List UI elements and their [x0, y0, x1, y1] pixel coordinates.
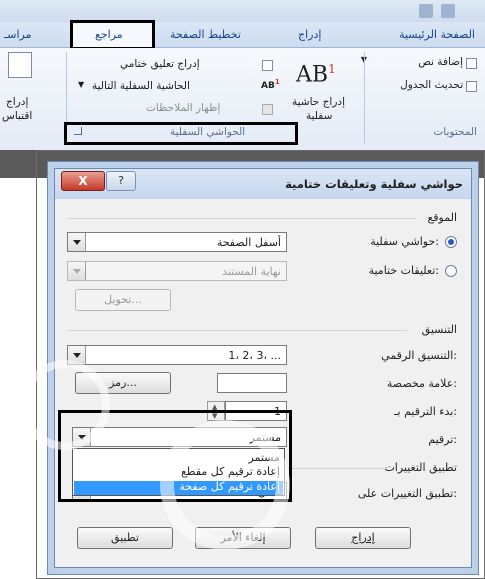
ab-footnote-icon[interactable]: AB1	[296, 62, 336, 87]
insert-citation-line2[interactable]: اقتباس	[2, 110, 32, 122]
footnotes-group-highlight	[64, 122, 298, 145]
number-format-label: التنسيق الرقمي:	[381, 349, 457, 362]
add-text-icon	[466, 58, 477, 69]
insert-citation-line1[interactable]: إدراج	[6, 96, 28, 108]
qat-icon[interactable]	[419, 4, 433, 18]
dialog-titlebar: حواشي سفلية وتعليقات ختامية X ?	[55, 169, 471, 199]
chevron-down-icon[interactable]	[68, 262, 86, 280]
apply-changes-heading: تطبيق التغييرات	[384, 461, 457, 474]
insert-footnote-line2[interactable]: سفلية	[306, 110, 332, 122]
insert-citation-icon	[8, 52, 32, 78]
chevron-down-icon[interactable]	[68, 233, 86, 251]
insert-endnote-button[interactable]: إدراج تعليق ختامي	[120, 58, 200, 70]
section-divider	[287, 468, 387, 469]
tab-references-label: مراجع	[95, 28, 123, 41]
custom-mark-label: علامة مخصصة:	[386, 377, 457, 390]
qat-icon[interactable]	[441, 4, 455, 18]
tab-page-layout[interactable]: تخطيط الصفحة	[170, 28, 241, 41]
next-footnote-button[interactable]: الحاشية السفلية التالية	[92, 80, 190, 92]
dialog-title: حواشي سفلية وتعليقات ختامية	[285, 177, 463, 191]
start-at-label: بدء الترقيم بـ:	[394, 405, 457, 418]
section-divider	[67, 330, 407, 331]
help-button[interactable]: ?	[106, 171, 136, 191]
tab-references[interactable]: مراجع	[70, 20, 155, 50]
footnotes-location-value: أسفل الصفحة	[216, 236, 281, 249]
next-footnote-icon: AB1	[261, 78, 280, 91]
watermark-shape	[20, 360, 110, 450]
insert-footnote-line1[interactable]: إدراج حاشية	[292, 96, 345, 108]
show-notes-icon	[262, 104, 273, 115]
endnotes-location-select[interactable]: نهاية المستند	[67, 261, 287, 281]
endnotes-label: تعليقات ختامية:	[368, 264, 439, 277]
show-notes-button[interactable]: إظهار الملاحظات	[146, 102, 220, 114]
apply-button[interactable]: تطبيق	[77, 527, 173, 549]
insert-endnote-icon	[262, 60, 273, 71]
toc-group-label: المحتويات	[433, 126, 477, 138]
apply-to-label: تطبيق التغييرات على:	[357, 487, 457, 500]
ab-icon-superscript: 1	[328, 62, 336, 76]
section-divider	[67, 218, 417, 219]
update-table-button[interactable]: تحديث الجدول	[400, 79, 463, 91]
insert-button[interactable]: إدراج	[315, 527, 411, 549]
location-heading: الموقع	[427, 211, 457, 224]
footnotes-location-select[interactable]: أسفل الصفحة	[67, 232, 287, 252]
endnotes-location-value: نهاية المستند	[222, 265, 281, 278]
quick-access-toolbar	[0, 0, 485, 22]
group-divider	[364, 52, 365, 144]
tab-mailings[interactable]: مراسـ	[4, 28, 31, 41]
footnotes-label: حواشي سفلية:	[370, 235, 439, 248]
tab-insert[interactable]: إدراج	[298, 28, 321, 41]
format-heading: التنسيق	[421, 323, 457, 336]
ab-icon-text: AB	[296, 62, 329, 88]
close-button[interactable]: X	[61, 171, 105, 191]
number-format-value: 1، 2، 3، ...	[228, 349, 281, 362]
update-table-icon	[466, 81, 477, 92]
footnotes-radio[interactable]	[445, 236, 457, 248]
endnotes-radio[interactable]	[445, 265, 457, 277]
add-text-button[interactable]: إضافة نص	[418, 56, 463, 68]
watermark-shape	[160, 420, 290, 550]
convert-button[interactable]: تحويل...	[75, 289, 171, 311]
numbering-label: ترقيم:	[428, 433, 457, 446]
custom-mark-input[interactable]	[217, 373, 287, 393]
next-footnote-dropdown-icon[interactable]: ▼	[78, 80, 84, 89]
number-format-select[interactable]: 1، 2، 3، ...	[67, 345, 287, 365]
tab-home[interactable]: الصفحة الرئيسية	[399, 28, 475, 41]
